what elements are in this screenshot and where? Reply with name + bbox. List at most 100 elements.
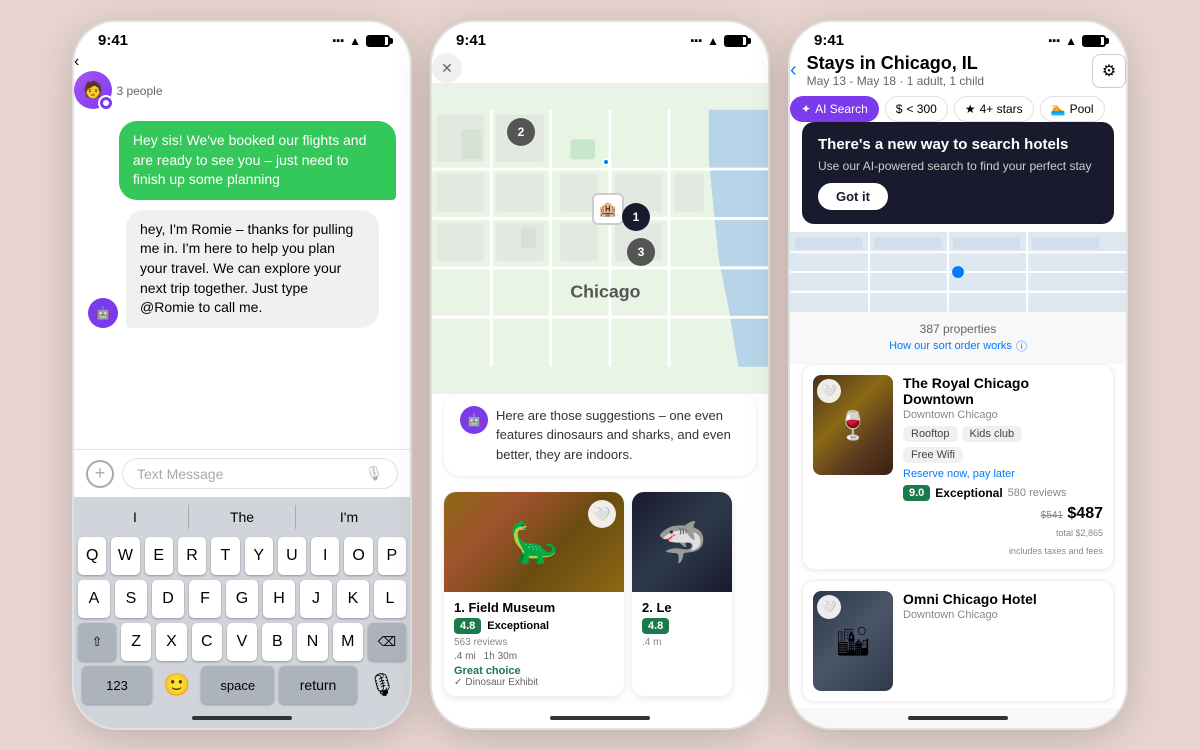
shift-key[interactable]: ⇧ xyxy=(78,623,116,661)
romie-badge xyxy=(98,95,114,111)
stars-filter[interactable]: ★ 4+ stars xyxy=(954,96,1034,122)
battery-1 xyxy=(366,35,390,47)
key-h[interactable]: H xyxy=(263,580,295,618)
keyboard: I The I'm Q W E R T Y U I O P A S D F xyxy=(74,497,410,708)
key-t[interactable]: T xyxy=(211,537,239,575)
place-card-2[interactable]: 🦈 2. Le 4.8 .4 m xyxy=(632,492,732,696)
map-pin-hotel[interactable]: 🏨 xyxy=(592,193,624,225)
close-button[interactable]: ✕ xyxy=(432,53,462,83)
hotel-favorite-2[interactable]: 🤍 xyxy=(817,595,841,619)
hotel-name-1: The Royal Chicago Downtown xyxy=(903,375,1103,407)
autocomplete-im[interactable]: I'm xyxy=(296,505,402,529)
time-3: 9:41 xyxy=(814,32,844,49)
space-key[interactable]: space xyxy=(201,666,274,704)
key-b[interactable]: B xyxy=(262,623,292,661)
hotel-favorite-1[interactable]: 🤍 xyxy=(817,379,841,403)
mini-map-svg xyxy=(790,232,1126,312)
contact-avatar-group: 🧑 3 people xyxy=(74,71,410,109)
key-w[interactable]: W xyxy=(111,537,139,575)
reserve-link[interactable]: Reserve now, pay later xyxy=(903,468,1103,480)
sort-order[interactable]: How our sort order works ⓘ xyxy=(790,338,1126,360)
dictate-key[interactable]: 🎙 xyxy=(362,666,402,704)
emoji-key[interactable]: 🙂 xyxy=(157,666,196,704)
map-chat-bubble: 🤖 Here are those suggestions – one even … xyxy=(444,394,756,477)
rating-badge-1: 4.8 xyxy=(454,618,481,634)
key-j[interactable]: J xyxy=(300,580,332,618)
autocomplete-i[interactable]: I xyxy=(82,505,189,529)
dollar-icon: $ xyxy=(896,102,903,116)
place-card-1[interactable]: 🦕 🤍 1. Field Museum 4.8 Exceptional 563 … xyxy=(444,492,624,696)
key-i[interactable]: I xyxy=(311,537,339,575)
ai-icon: ✦ xyxy=(801,102,811,116)
got-it-button[interactable]: Got it xyxy=(818,183,888,210)
key-y[interactable]: Y xyxy=(245,537,273,575)
key-a[interactable]: A xyxy=(78,580,110,618)
home-indicator-2 xyxy=(432,708,768,728)
key-r[interactable]: R xyxy=(178,537,206,575)
key-d[interactable]: D xyxy=(152,580,184,618)
wifi-icon-2: ▲ xyxy=(707,34,719,48)
key-s[interactable]: S xyxy=(115,580,147,618)
phone-map: 9:41 ▪▪▪ ▲ ✕ xyxy=(430,20,770,730)
messages-area: Hey sis! We've booked our flights and ar… xyxy=(74,109,410,449)
key-l[interactable]: L xyxy=(374,580,406,618)
key-g[interactable]: G xyxy=(226,580,258,618)
key-c[interactable]: C xyxy=(192,623,222,661)
message-input[interactable]: Text Message 🎙 xyxy=(122,458,398,489)
stars-label: 4+ stars xyxy=(980,102,1023,116)
tooltip-text: Use our AI-powered search to find your p… xyxy=(818,159,1098,173)
hotel-header-top: ‹ Stays in Chicago, IL May 13 - May 18 ·… xyxy=(790,53,1126,88)
filter-icon-button[interactable]: ⚙ xyxy=(1092,54,1126,88)
mic-icon: 🎙 xyxy=(365,465,383,482)
tooltip-title: There's a new way to search hotels xyxy=(818,136,1098,153)
map-pin-1[interactable]: 1 xyxy=(622,203,650,231)
wifi-icon-1: ▲ xyxy=(349,34,361,48)
numbers-key[interactable]: 123 xyxy=(82,666,152,704)
key-v[interactable]: V xyxy=(227,623,257,661)
time-1: 9:41 xyxy=(98,32,128,49)
ai-tooltip: There's a new way to search hotels Use o… xyxy=(802,122,1114,224)
favorite-btn-1[interactable]: 🤍 xyxy=(588,500,616,528)
ai-search-filter[interactable]: ✦ AI Search xyxy=(790,96,879,122)
map-pin-2[interactable]: 2 xyxy=(507,118,535,146)
status-bar-2: 9:41 ▪▪▪ ▲ xyxy=(432,22,768,53)
home-bar-1 xyxy=(192,716,292,720)
properties-count: 387 properties xyxy=(790,316,1126,338)
ai-search-label: AI Search xyxy=(815,102,868,116)
place-dist-1: .4 mi xyxy=(454,651,476,662)
key-e[interactable]: E xyxy=(145,537,173,575)
return-key[interactable]: return xyxy=(279,666,357,704)
properties-info: 387 properties How our sort order works … xyxy=(790,312,1126,364)
map-pin-3[interactable]: 3 xyxy=(627,238,655,266)
hotel-card-2[interactable]: 🏙 🤍 Omni Chicago Hotel Downtown Chicago xyxy=(802,580,1114,702)
autocomplete-row: I The I'm xyxy=(78,505,406,529)
amenity-tags-1: Rooftop Kids club xyxy=(903,426,1103,442)
hotel-page-subtitle: May 13 - May 18 · 1 adult, 1 child xyxy=(807,74,1082,88)
back-button[interactable]: ‹ xyxy=(74,53,410,71)
price-filter[interactable]: $ < 300 xyxy=(885,96,948,122)
key-m[interactable]: M xyxy=(333,623,363,661)
key-z[interactable]: Z xyxy=(121,623,151,661)
backspace-key[interactable]: ⌫ xyxy=(368,623,406,661)
signal-icon-3: ▪▪▪ xyxy=(1048,35,1060,47)
key-n[interactable]: N xyxy=(297,623,327,661)
hotel-card-1[interactable]: 🍷 🤍 The Royal Chicago Downtown Downtown … xyxy=(802,364,1114,570)
add-button[interactable]: + xyxy=(86,460,114,488)
romie-icon: 🤖 xyxy=(460,406,488,434)
place-img-1: 🦕 🤍 xyxy=(444,492,624,592)
pool-filter[interactable]: 🏊 Pool xyxy=(1040,96,1105,122)
key-q[interactable]: Q xyxy=(78,537,106,575)
input-placeholder: Text Message xyxy=(137,466,223,482)
autocomplete-the[interactable]: The xyxy=(189,505,296,529)
outgoing-message: Hey sis! We've booked our flights and ar… xyxy=(119,121,396,200)
key-f[interactable]: F xyxy=(189,580,221,618)
key-x[interactable]: X xyxy=(156,623,186,661)
romie-avatar: 🤖 xyxy=(88,298,118,328)
wifi-icon-3: ▲ xyxy=(1065,34,1077,48)
key-o[interactable]: O xyxy=(344,537,372,575)
key-p[interactable]: P xyxy=(378,537,406,575)
incoming-message-wrap: 🤖 hey, I'm Romie – thanks for pulling me… xyxy=(88,210,396,328)
key-k[interactable]: K xyxy=(337,580,369,618)
back-button-hotels[interactable]: ‹ xyxy=(790,59,797,82)
key-u[interactable]: U xyxy=(278,537,306,575)
